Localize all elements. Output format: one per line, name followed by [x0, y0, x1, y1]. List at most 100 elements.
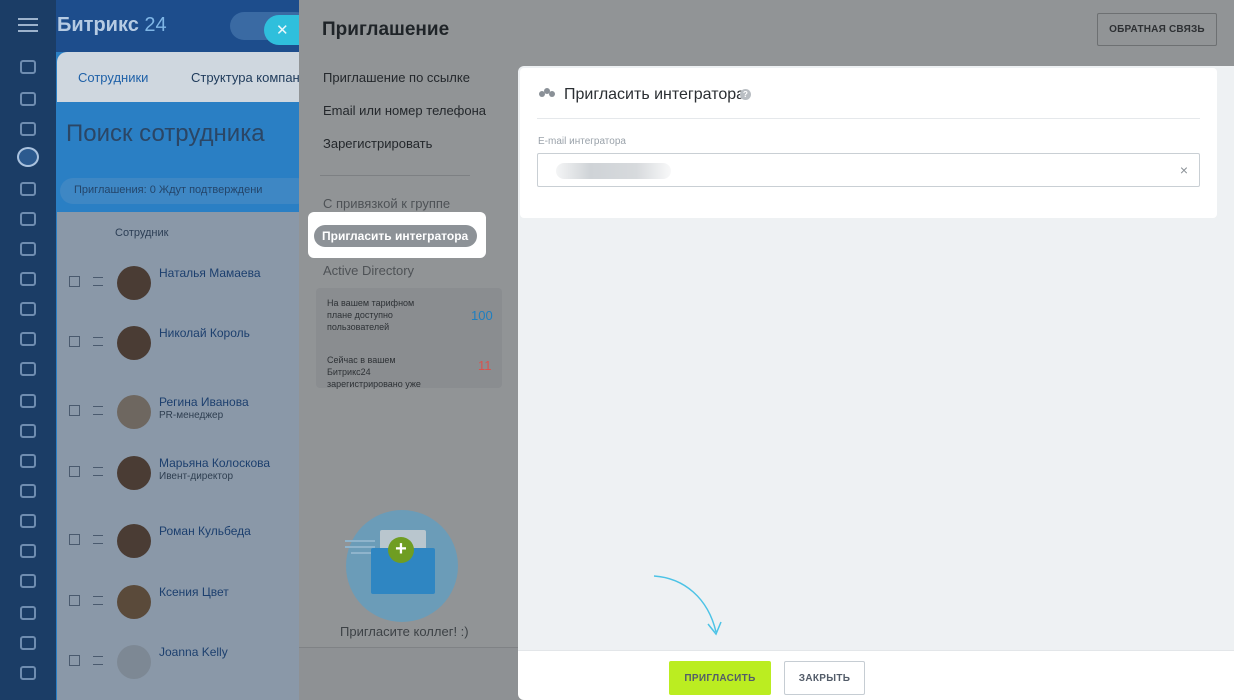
drive-icon[interactable] — [20, 454, 36, 468]
target-icon[interactable] — [20, 394, 36, 408]
menu-item-email-phone[interactable]: Email или номер телефона — [323, 103, 486, 118]
chat-icon[interactable] — [20, 272, 36, 286]
promo-text: Пригласите коллег! :) — [340, 624, 469, 639]
crm-icon[interactable] — [20, 362, 36, 376]
employee-name[interactable]: Joanna Kelly — [159, 645, 228, 659]
row-checkbox[interactable] — [69, 336, 80, 347]
invites-pending: Ждут подтверждени — [158, 184, 263, 196]
invite-button[interactable]: ПРИГЛАСИТЬ — [669, 661, 771, 695]
group-icon[interactable] — [20, 514, 36, 528]
left-rail — [0, 0, 56, 700]
help-icon[interactable]: ? — [740, 89, 751, 100]
logo-text: Битрикс — [57, 14, 139, 36]
row-checkbox[interactable] — [69, 595, 80, 606]
analytics-icon[interactable] — [20, 666, 36, 680]
avatar — [117, 585, 151, 619]
row-checkbox[interactable] — [69, 405, 80, 416]
table-row[interactable]: Joanna Kelly — [57, 645, 317, 700]
employee-name[interactable]: Наталья Мамаева — [159, 266, 261, 280]
filter-icon[interactable] — [20, 92, 36, 106]
users-icon — [539, 88, 555, 100]
avatar — [117, 326, 151, 360]
avatar — [117, 456, 151, 490]
invites-summary[interactable]: Приглашения: 0 Ждут подтверждени — [74, 184, 262, 196]
close-button[interactable]: ЗАКРЫТЬ — [784, 661, 865, 695]
panel-footer — [518, 650, 1234, 700]
invites-label: Приглашения: — [74, 184, 147, 196]
table-row[interactable]: Марьяна Колоскова Ивент-директор — [57, 456, 317, 516]
file-icon[interactable] — [20, 424, 36, 438]
edit-icon[interactable] — [20, 122, 36, 136]
table-row[interactable]: Ксения Цвет — [57, 585, 317, 645]
drag-handle-icon[interactable] — [93, 337, 103, 346]
invites-count: 0 — [149, 184, 156, 196]
drag-handle-icon[interactable] — [93, 467, 103, 476]
avatar — [117, 266, 151, 300]
menu-item-register[interactable]: Зарегистрировать — [323, 136, 432, 151]
drag-handle-icon[interactable] — [93, 596, 103, 605]
row-checkbox[interactable] — [69, 466, 80, 477]
menu-burger-icon[interactable] — [18, 18, 38, 32]
feedback-button[interactable]: ОБРАТНАЯ СВЯЗЬ — [1097, 13, 1217, 46]
drag-handle-icon[interactable] — [93, 277, 103, 286]
drag-handle-icon[interactable] — [93, 406, 103, 415]
tab-employees[interactable]: Сотрудники — [78, 70, 148, 85]
employee-name[interactable]: Марьяна Колоскова — [159, 456, 270, 470]
bank-icon[interactable] — [20, 606, 36, 620]
row-checkbox[interactable] — [69, 276, 80, 287]
employee-name[interactable]: Регина Иванова — [159, 395, 249, 409]
drag-handle-icon[interactable] — [93, 656, 103, 665]
column-header-employee: Сотрудник — [115, 227, 169, 239]
bot-icon[interactable] — [20, 302, 36, 316]
stat-registered-value: 11 — [478, 358, 492, 373]
avatar — [117, 524, 151, 558]
panel-divider — [537, 118, 1200, 119]
avatar — [117, 645, 151, 679]
stat-registered-label: Сейчас в вашем Битрикс24 зарегистрирован… — [327, 355, 421, 389]
logo-number: 24 — [144, 14, 167, 36]
document-icon[interactable] — [20, 212, 36, 226]
video-icon[interactable] — [20, 182, 36, 196]
menu-item-invite-link[interactable]: Приглашение по ссылке — [323, 70, 470, 85]
avatar — [117, 395, 151, 429]
menu-item-with-group[interactable]: С привязкой к группе — [323, 196, 450, 211]
record-icon[interactable] — [20, 574, 36, 588]
page-title: Поиск сотрудника — [66, 120, 265, 147]
stat-available-label: На вашем тарифном плане доступно пользов… — [327, 298, 415, 332]
employees-icon[interactable] — [17, 147, 39, 167]
menu-item-invite-integrator[interactable]: Пригласить интегратора — [314, 225, 477, 247]
slider-title: Приглашение — [322, 19, 450, 40]
sign-icon[interactable] — [20, 544, 36, 558]
table-row[interactable]: Роман Кульбеда — [57, 524, 317, 584]
menu-item-active-directory[interactable]: Active Directory — [323, 263, 414, 278]
plus-icon: + — [388, 537, 414, 563]
employee-role: Ивент-директор — [159, 471, 234, 482]
table-row[interactable]: Регина Иванова PR-менеджер — [57, 395, 317, 455]
tasks-icon[interactable] — [20, 242, 36, 256]
mail-icon[interactable] — [20, 484, 36, 498]
table-row[interactable]: Наталья Мамаева — [57, 266, 317, 326]
slider-close-button[interactable]: ✕ — [264, 15, 300, 45]
employee-name[interactable]: Ксения Цвет — [159, 585, 229, 599]
blurred-email-value — [556, 163, 671, 179]
clear-input-icon[interactable]: × — [1177, 161, 1191, 179]
row-checkbox[interactable] — [69, 534, 80, 545]
table-row[interactable]: Николай Король — [57, 326, 317, 386]
stat-available-value: 100 — [471, 308, 493, 323]
drag-handle-icon[interactable] — [93, 535, 103, 544]
employee-name[interactable]: Роман Кульбеда — [159, 524, 251, 538]
hint-arrow-icon — [653, 575, 722, 636]
cart-icon[interactable] — [20, 636, 36, 650]
motion-lines — [345, 540, 375, 542]
tab-structure[interactable]: Структура компан — [191, 70, 300, 85]
slider-bottom-bar — [299, 647, 519, 700]
logo[interactable]: Битрикс 24 — [57, 14, 167, 37]
row-checkbox[interactable] — [69, 655, 80, 666]
email-field-label: E-mail интегратора — [538, 136, 626, 147]
menu-divider — [320, 175, 470, 176]
panel-title: Пригласить интегратора — [564, 86, 746, 103]
close-icon: ✕ — [276, 22, 289, 39]
calendar-icon[interactable] — [20, 332, 36, 346]
feed-icon[interactable] — [20, 60, 36, 74]
employee-name[interactable]: Николай Король — [159, 326, 250, 340]
